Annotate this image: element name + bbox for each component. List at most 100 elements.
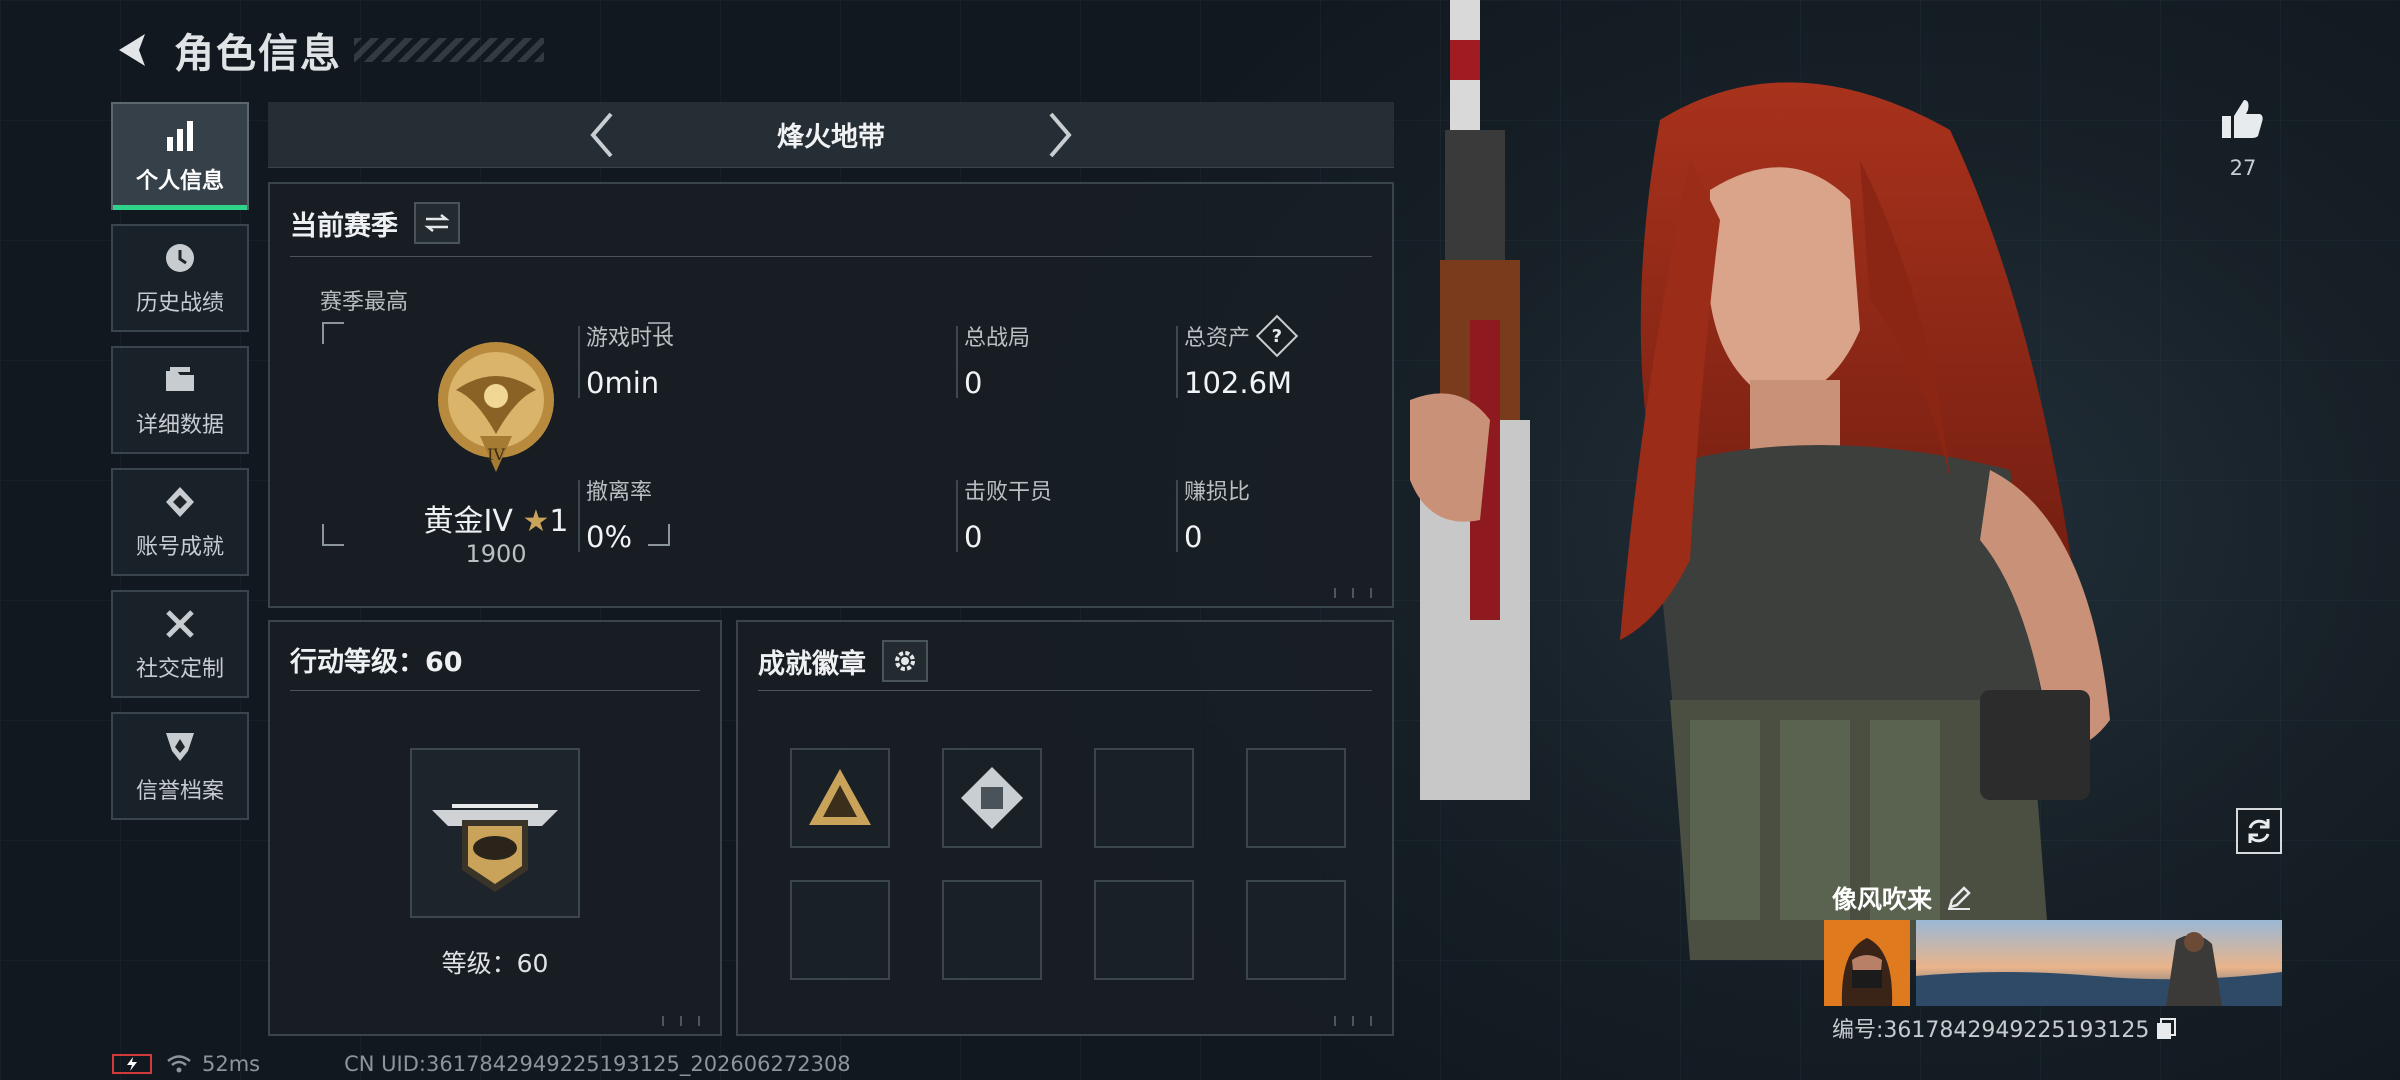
sidebar-item-history[interactable]: 历史战绩 xyxy=(111,224,249,332)
stat-value: 0 xyxy=(964,366,983,400)
helicopter-emblem-icon xyxy=(432,804,558,892)
level-text: 等级：60 xyxy=(441,949,549,978)
season-title-text: 当前赛季 xyxy=(290,210,398,242)
sidebar-item-label: 社交定制 xyxy=(135,657,224,682)
title-decoration xyxy=(354,38,544,62)
stat-label: 游戏时长 xyxy=(586,326,675,351)
history-clock-icon xyxy=(161,239,199,277)
refresh-button[interactable] xyxy=(2236,808,2282,854)
stat-extract-rate: 撤离率 0% xyxy=(578,474,653,554)
stat-value: 0% xyxy=(586,520,633,554)
stat-value: 0min xyxy=(586,366,660,400)
ping-text: 52ms xyxy=(202,1052,261,1076)
edit-pencil-icon[interactable] xyxy=(1946,885,1972,911)
achievements-divider xyxy=(758,690,1372,691)
sidebar-item-label: 账号成就 xyxy=(135,535,224,560)
level-divider xyxy=(290,690,700,691)
sidebar: 个人信息 历史战绩 详细数据 账号成就 社交定制 信誉档案 xyxy=(111,102,249,834)
stat-value: 102.6M xyxy=(1184,366,1293,400)
avatar[interactable] xyxy=(1824,920,1910,1006)
stat-operators-defeated: 击败干员 0 xyxy=(956,474,1053,554)
badge-settings-button[interactable] xyxy=(882,640,928,682)
achievements-title: 成就徽章 xyxy=(758,648,866,680)
sidebar-item-details[interactable]: 详细数据 xyxy=(111,346,249,454)
stat-label-row: 总资产 ? xyxy=(1184,314,1299,358)
shield-emblem-icon xyxy=(161,727,199,765)
stat-value: 0 xyxy=(964,520,983,554)
rank-name-text: 黄金IV xyxy=(423,504,513,539)
next-mode-button[interactable] xyxy=(1035,110,1085,160)
wifi-icon xyxy=(167,1055,191,1073)
copy-icon[interactable] xyxy=(2155,1017,2177,1039)
uid-text: CN UID:3617842949225193125_202606272308 xyxy=(344,1052,851,1076)
stat-label: 总战局 xyxy=(964,326,1031,351)
level-panel: 行动等级：60 等级：60 xyxy=(268,620,722,1036)
help-icon[interactable]: ? xyxy=(1255,314,1299,358)
page-header: 角色信息 xyxy=(110,20,544,80)
cube-diamond-badge-icon xyxy=(961,767,1023,829)
mode-name: 烽火地带 xyxy=(777,122,885,153)
badge-grid xyxy=(790,748,1346,980)
player-id: 编号:3617842949225193125 xyxy=(1832,1018,2150,1043)
bar-chart-icon xyxy=(161,117,199,155)
badge-slot-empty[interactable] xyxy=(1246,748,1346,848)
season-panel-title: 当前赛季 xyxy=(290,202,460,244)
badge-slot-empty[interactable] xyxy=(1094,880,1194,980)
stat-profit-loss-ratio: 赚损比 0 xyxy=(1176,474,1251,554)
battery-icon xyxy=(112,1054,152,1074)
refresh-icon xyxy=(2248,819,2270,843)
chevron-left-icon xyxy=(590,112,613,157)
badge-slot-empty[interactable] xyxy=(790,880,890,980)
achievement-icon xyxy=(161,483,199,521)
season-divider xyxy=(290,256,1372,257)
sidebar-item-personal-info[interactable]: 个人信息 xyxy=(111,102,249,210)
player-name: 像风吹来 xyxy=(1832,885,1933,914)
star-icon: ★ xyxy=(522,504,550,539)
badge-slot[interactable] xyxy=(942,748,1042,848)
page-title: 角色信息 xyxy=(174,31,342,77)
corner-decoration xyxy=(1330,588,1384,598)
stat-label: 击败干员 xyxy=(964,480,1053,505)
rank-stars: 1 xyxy=(549,504,569,539)
status-bar: 52ms CN UID:3617842949225193125_20260627… xyxy=(112,1052,851,1076)
sidebar-item-reputation[interactable]: 信誉档案 xyxy=(111,712,249,820)
level-title: 行动等级：60 xyxy=(290,647,463,678)
sidebar-item-social[interactable]: 社交定制 xyxy=(111,590,249,698)
gear-icon xyxy=(895,651,915,671)
like-count: 27 xyxy=(2229,156,2257,180)
folder-icon xyxy=(161,361,199,399)
player-name-row: 像风吹来 xyxy=(1832,880,1972,916)
achievements-title-row: 成就徽章 xyxy=(758,640,928,682)
stat-label: 撤离率 xyxy=(586,480,653,505)
back-arrow-icon xyxy=(119,34,145,66)
swap-arrows-icon xyxy=(424,214,450,232)
badge-slot-empty[interactable] xyxy=(942,880,1042,980)
svg-text:IV: IV xyxy=(487,445,505,464)
mode-selector: 烽火地带 xyxy=(268,102,1394,168)
switch-season-button[interactable] xyxy=(414,202,460,244)
badge-slot[interactable] xyxy=(790,748,890,848)
sidebar-item-label: 信誉档案 xyxy=(135,779,224,804)
achievements-panel: 成就徽章 xyxy=(736,620,1394,1036)
tools-icon xyxy=(161,605,199,643)
stat-label: 赚损比 xyxy=(1184,480,1251,505)
sidebar-item-label: 个人信息 xyxy=(135,169,224,194)
sidebar-item-label: 历史战绩 xyxy=(135,291,224,316)
stat-play-time: 游戏时长 0min xyxy=(578,320,675,400)
prev-mode-button[interactable] xyxy=(577,110,627,160)
thumbs-up-icon xyxy=(2222,100,2263,138)
like-button[interactable] xyxy=(2218,96,2268,146)
profile-banner[interactable] xyxy=(1916,920,2282,1006)
player-id-row: 编号:3617842949225193125 xyxy=(1832,1012,2177,1044)
stat-label: 总资产 xyxy=(1184,326,1251,351)
stat-total-matches: 总战局 0 xyxy=(956,320,1031,400)
badge-slot-empty[interactable] xyxy=(1246,880,1346,980)
corner-decoration xyxy=(658,1016,712,1026)
season-panel: 当前赛季 赛季最高 IV 黄金IV ★1 1900 游戏时长 0min 总战局 … xyxy=(268,182,1394,608)
sidebar-item-achievements[interactable]: 账号成就 xyxy=(111,468,249,576)
badge-slot-empty[interactable] xyxy=(1094,748,1194,848)
season-best-label: 赛季最高 xyxy=(320,290,409,315)
level-badge[interactable] xyxy=(410,748,580,918)
corner-decoration xyxy=(1330,1016,1384,1026)
back-button[interactable] xyxy=(110,27,156,73)
